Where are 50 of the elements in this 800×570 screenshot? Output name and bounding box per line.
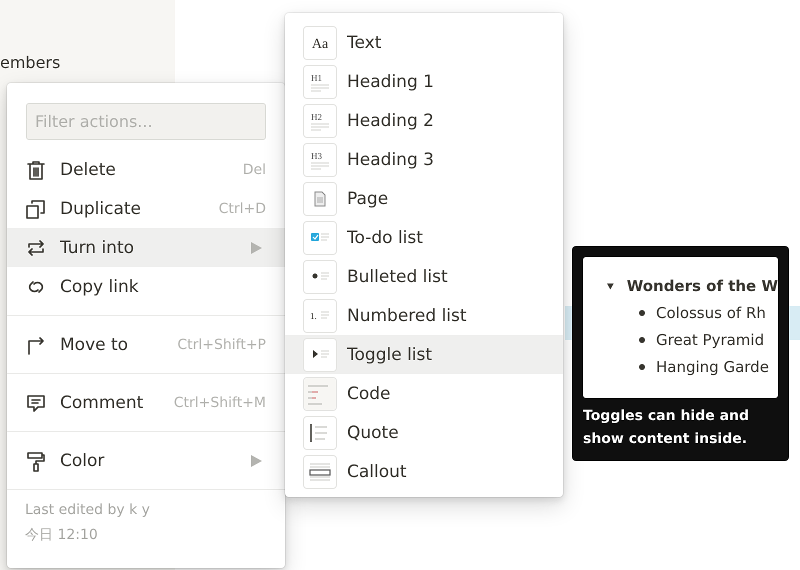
edited-time: 今日 12:10 xyxy=(25,526,99,544)
numbered-list-icon: 1. xyxy=(303,298,337,332)
block-type-item[interactable]: Quote xyxy=(285,413,563,452)
block-type-item[interactable]: Callout xyxy=(285,452,563,491)
block-type-item[interactable]: Bulleted list xyxy=(285,257,563,296)
shortcut-hint: Ctrl+D xyxy=(218,200,266,216)
block-type-item[interactable]: Page xyxy=(285,179,563,218)
preview-heading: Wonders of the W xyxy=(626,277,778,295)
bullet-icon xyxy=(639,310,645,316)
block-type-item[interactable]: To-do list xyxy=(285,218,563,257)
code-snippet-icon xyxy=(303,376,337,410)
block-type-item[interactable]: Code xyxy=(285,374,563,413)
shortcut-hint: Ctrl+Shift+P xyxy=(177,336,266,352)
block-type-item[interactable]: H1 Heading 1 xyxy=(285,62,563,101)
heading-icon: H1 xyxy=(303,64,337,98)
bullet-icon xyxy=(639,337,645,343)
preview-item: Hanging Garde xyxy=(656,358,769,376)
block-type-item[interactable]: 1. Numbered list xyxy=(285,296,563,335)
block-type-item[interactable]: H3 Heading 3 xyxy=(285,140,563,179)
quote-icon xyxy=(303,416,337,450)
preview-item: Great Pyramid xyxy=(656,331,764,349)
triangle-icon xyxy=(607,282,614,290)
menu-item[interactable]: Delete Del xyxy=(7,150,285,189)
trash-icon xyxy=(25,158,47,180)
document-icon xyxy=(303,182,337,216)
sidebar-item[interactable]: embers xyxy=(0,53,60,72)
heading-icon: H3 xyxy=(303,142,337,176)
menu-item[interactable]: Move to Ctrl+Shift+P xyxy=(7,325,285,364)
bullet-icon xyxy=(639,364,645,370)
block-type-item[interactable]: H2 Heading 2 xyxy=(285,101,563,140)
edited-by-text: Last edited by k y xyxy=(25,502,151,518)
checkbox-icon xyxy=(303,220,337,254)
menu-item[interactable]: Duplicate Ctrl+D xyxy=(7,189,285,228)
preview-item: Colossus of Rh xyxy=(656,304,766,322)
heading-icon: H2 xyxy=(303,104,337,138)
duplicate-icon xyxy=(25,198,47,220)
bullet-icon xyxy=(303,260,337,294)
menu-item[interactable]: Comment Ctrl+Shift+M xyxy=(7,383,285,422)
menu-item[interactable]: Color xyxy=(7,441,285,480)
block-type-item[interactable]: Toggle list xyxy=(285,335,563,374)
paint-roller-icon xyxy=(25,450,47,472)
shortcut-hint: Ctrl+Shift+M xyxy=(174,394,266,410)
tooltip-text: Toggles can hide and show content inside. xyxy=(583,407,750,449)
menu-item[interactable]: Turn into xyxy=(7,228,285,267)
shortcut-hint: Del xyxy=(242,162,266,178)
block-type-item[interactable]: Aa Text xyxy=(285,23,563,62)
filter-field[interactable]: Filter actions... xyxy=(26,103,266,140)
menu-item[interactable]: Copy link xyxy=(7,267,285,306)
text-style-icon: Aa xyxy=(303,26,337,60)
callout-icon xyxy=(303,454,337,488)
